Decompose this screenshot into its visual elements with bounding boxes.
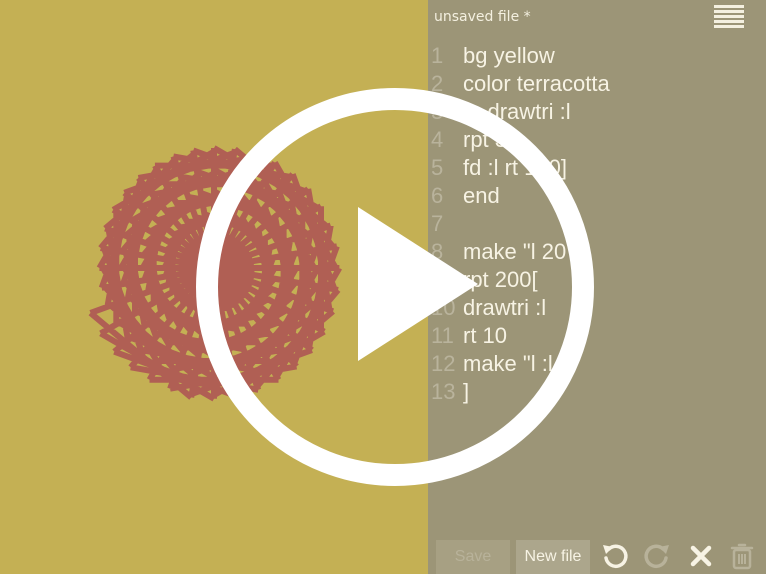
trash-icon[interactable]	[727, 541, 757, 571]
code-line[interactable]: 1 bg yellow	[428, 42, 766, 70]
menu-bar	[714, 10, 744, 13]
save-button[interactable]: Save	[436, 540, 510, 574]
menu-bar	[714, 5, 744, 8]
menu-bar	[714, 25, 744, 28]
new-file-button[interactable]: New file	[516, 540, 590, 574]
menu-bar	[714, 15, 744, 18]
file-title: unsaved file *	[434, 9, 531, 25]
menu-bar	[714, 20, 744, 23]
hamburger-menu-icon[interactable]	[714, 5, 744, 29]
play-icon[interactable]	[190, 82, 600, 492]
close-icon[interactable]	[686, 541, 716, 571]
code-text: bg yellow	[463, 43, 555, 68]
line-number: 1	[431, 43, 444, 68]
redo-icon[interactable]	[642, 541, 672, 571]
undo-icon[interactable]	[600, 541, 630, 571]
editor-toolbar: Save New file	[428, 538, 766, 574]
